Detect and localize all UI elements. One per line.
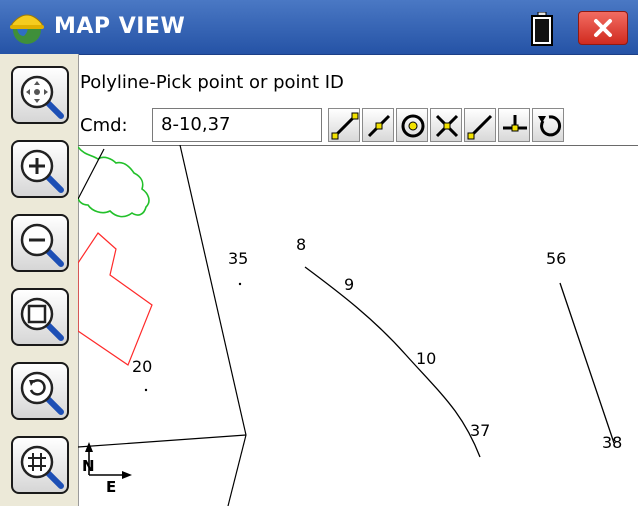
map-linework [78, 145, 615, 506]
snap-center-button[interactable] [396, 108, 428, 142]
zoom-out-icon [20, 223, 64, 267]
command-input[interactable]: 8-10,37 [152, 108, 322, 142]
close-button[interactable] [578, 11, 628, 45]
command-prompt: Polyline-Pick point or point ID [80, 72, 344, 93]
snap-midpoint-button[interactable] [362, 108, 394, 142]
point-label-9: 9 [344, 275, 355, 294]
zoom-window-icon [20, 297, 64, 341]
point-label-10: 10 [416, 349, 437, 368]
snap-line-icon [331, 112, 359, 140]
snap-perpendicular-icon [503, 115, 527, 132]
point-label-35: 35 [228, 249, 249, 268]
battery-icon [531, 12, 553, 46]
zoom-extents-icon [20, 75, 64, 119]
snap-intersection-icon [435, 114, 459, 138]
title-bar: MAP VIEW [0, 0, 638, 55]
command-label: Cmd: [80, 115, 128, 136]
window-title: MAP VIEW [54, 14, 186, 39]
snap-center-icon [401, 114, 425, 138]
snap-line-button[interactable] [328, 108, 360, 142]
snap-intersection-button[interactable] [430, 108, 462, 142]
point-label-56: 56 [546, 249, 567, 268]
zoom-grid-button[interactable] [11, 436, 69, 494]
snap-midpoint-icon [367, 114, 391, 138]
building-outline [78, 232, 153, 366]
point-label-38: 38 [602, 433, 623, 452]
boundary-line [179, 145, 247, 436]
north-label: N [82, 457, 95, 475]
boundary-line [78, 434, 247, 448]
close-icon [594, 19, 612, 37]
zoom-previous-icon [20, 371, 64, 415]
point-marker [144, 388, 148, 392]
polyline-8-10-37 [304, 266, 481, 458]
snap-endpoint-icon [467, 114, 493, 140]
zoom-extents-button[interactable] [11, 66, 69, 124]
east-label: E [106, 478, 117, 496]
point-marker [238, 282, 242, 286]
zoom-in-icon [20, 149, 64, 193]
snap-endpoint-button[interactable] [464, 108, 496, 142]
snap-rotate-button[interactable] [532, 108, 564, 142]
line-56-38 [559, 282, 615, 444]
snap-rotate-icon [538, 115, 562, 137]
point-label-20: 20 [132, 357, 153, 376]
zoom-grid-icon [20, 445, 64, 489]
point-label-37: 37 [470, 421, 491, 440]
zoom-previous-button[interactable] [11, 362, 69, 420]
vegetation-outline [78, 146, 150, 218]
map-canvas[interactable]: 35 8 9 10 37 20 56 38 N E [78, 145, 638, 506]
zoom-window-button[interactable] [11, 288, 69, 346]
zoom-toolbar [0, 54, 79, 506]
point-label-8: 8 [296, 235, 307, 254]
snap-perpendicular-button[interactable] [498, 108, 530, 142]
zoom-in-button[interactable] [11, 140, 69, 198]
hardhat-globe-icon [10, 14, 44, 44]
zoom-out-button[interactable] [11, 214, 69, 272]
boundary-line [227, 434, 247, 506]
